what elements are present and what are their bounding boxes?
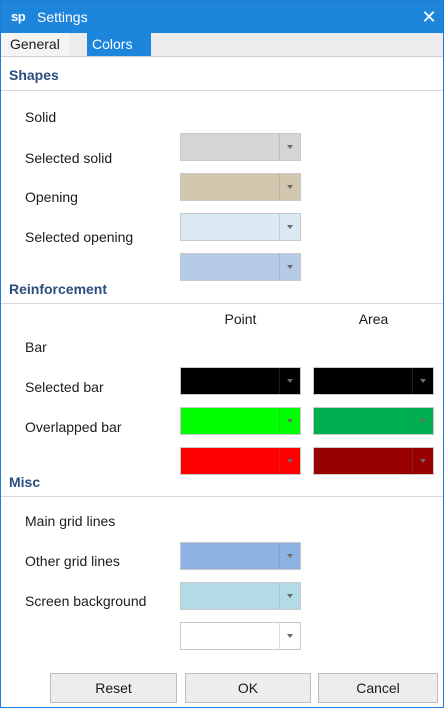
reset-button[interactable]: Reset [50, 673, 177, 703]
bar-point-color-picker[interactable] [180, 367, 301, 395]
other-grid-lines-color-picker[interactable] [180, 582, 301, 610]
selected-bar-area-color-picker[interactable] [313, 407, 434, 435]
chevron-down-icon [279, 134, 300, 160]
app-logo-icon: sp [11, 9, 26, 24]
label-selected-bar: Selected bar [25, 379, 104, 395]
selected-opening-color-picker[interactable] [180, 253, 301, 281]
solid-color-picker[interactable] [180, 133, 301, 161]
bar-area-color-picker[interactable] [313, 367, 434, 395]
chevron-down-icon [279, 368, 300, 394]
chevron-down-icon [412, 448, 433, 474]
close-icon[interactable]: ✕ [415, 1, 443, 33]
chevron-down-icon [279, 583, 300, 609]
overlapped-bar-area-color-picker[interactable] [313, 447, 434, 475]
section-heading-shapes: Shapes [9, 67, 59, 83]
label-bar: Bar [25, 339, 47, 355]
selected-solid-color-picker[interactable] [180, 173, 301, 201]
chevron-down-icon [279, 254, 300, 280]
tab-general[interactable]: General [1, 33, 69, 56]
label-opening: Opening [25, 189, 78, 205]
screen-background-color-picker[interactable] [180, 622, 301, 650]
label-other-grid-lines: Other grid lines [25, 553, 120, 569]
column-header-area: Area [358, 311, 389, 327]
window-title: Settings [37, 9, 88, 25]
label-selected-opening: Selected opening [25, 229, 134, 245]
section-divider [1, 90, 443, 91]
label-main-grid-lines: Main grid lines [25, 513, 116, 529]
tab-bar: General Colors [1, 33, 443, 57]
main-grid-lines-color-picker[interactable] [180, 542, 301, 570]
column-header-point: Point [224, 311, 257, 327]
title-bar[interactable]: sp Settings ✕ [1, 1, 443, 33]
chevron-down-icon [279, 174, 300, 200]
settings-window: sp Settings ✕ General Colors Shapes Soli… [0, 0, 444, 708]
chevron-down-icon [279, 543, 300, 569]
section-divider [1, 496, 443, 497]
opening-color-picker[interactable] [180, 213, 301, 241]
tab-colors[interactable]: Colors [87, 33, 151, 56]
section-heading-misc: Misc [9, 474, 41, 490]
label-screen-background: Screen background [25, 593, 147, 609]
selected-bar-point-color-picker[interactable] [180, 407, 301, 435]
chevron-down-icon [279, 623, 300, 649]
chevron-down-icon [279, 448, 300, 474]
label-overlapped-bar: Overlapped bar [25, 419, 122, 435]
chevron-down-icon [412, 408, 433, 434]
cancel-button[interactable]: Cancel [318, 673, 438, 703]
section-heading-reinforcement: Reinforcement [9, 281, 108, 297]
label-solid: Solid [25, 109, 57, 125]
ok-button[interactable]: OK [185, 673, 311, 703]
chevron-down-icon [279, 408, 300, 434]
overlapped-bar-point-color-picker[interactable] [180, 447, 301, 475]
label-selected-solid: Selected solid [25, 150, 113, 166]
chevron-down-icon [279, 214, 300, 240]
section-divider [1, 303, 443, 304]
chevron-down-icon [412, 368, 433, 394]
